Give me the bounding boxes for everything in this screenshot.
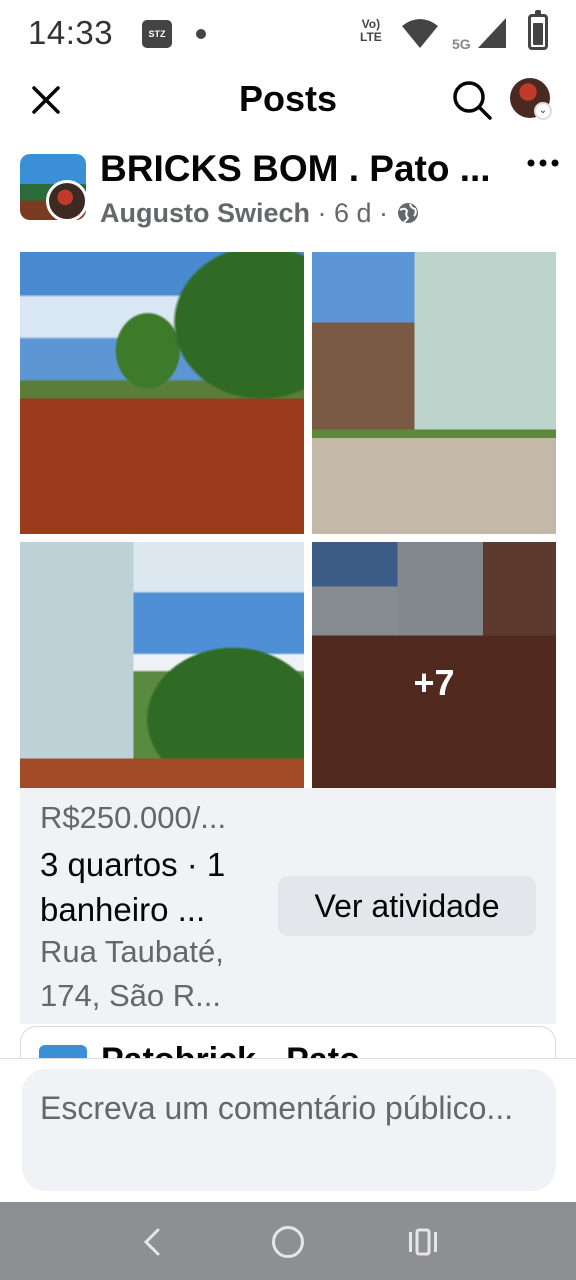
- chevron-down-icon[interactable]: ⌄: [534, 102, 552, 120]
- back-icon[interactable]: [138, 1224, 168, 1260]
- app-header: Posts ⌄: [0, 68, 576, 134]
- listing-card[interactable]: R$250.000/... 3 quartos · 1 banheiro ...…: [20, 788, 556, 1024]
- status-time: 14:33: [28, 14, 114, 51]
- post-photo[interactable]: [20, 252, 304, 534]
- battery-icon: [528, 10, 548, 50]
- notification-dot-icon: [196, 29, 206, 39]
- post-meta: · 6 d ·: [317, 198, 389, 228]
- search-icon[interactable]: [450, 78, 494, 122]
- post-photo[interactable]: [312, 252, 556, 534]
- comment-area: Escreva um comentário público...: [0, 1058, 576, 1202]
- network-type-label: 5G: [452, 36, 471, 52]
- post-photo[interactable]: [20, 542, 304, 788]
- post-author[interactable]: Augusto Swiech: [100, 198, 310, 228]
- volte-icon: Vo) LTE: [360, 17, 382, 44]
- recents-icon[interactable]: [406, 1224, 440, 1260]
- status-bar: 14:33 STZ Vo) LTE 5G: [0, 0, 576, 68]
- post-header: BRICKS BOM . Pato ... Augusto Swiech · 6…: [0, 148, 576, 238]
- wifi-icon: [402, 19, 438, 48]
- view-activity-button[interactable]: Ver atividade: [278, 876, 536, 936]
- listing-details: 3 quartos · 1 banheiro ...: [40, 846, 226, 928]
- listing-address: Rua Taubaté, 174, São R...: [40, 934, 224, 1013]
- group-name[interactable]: BRICKS BOM . Pato ...: [100, 148, 491, 190]
- globe-icon: [397, 203, 418, 223]
- more-options-icon[interactable]: [526, 158, 560, 168]
- post-photo-more[interactable]: +7: [312, 542, 556, 788]
- post-author-line: Augusto Swiech · 6 d ·: [100, 198, 420, 229]
- stz-app-icon: STZ: [142, 20, 172, 48]
- photo-grid: +7: [20, 252, 556, 788]
- author-avatar[interactable]: [46, 180, 88, 222]
- cell-signal-icon: [478, 18, 506, 48]
- home-icon[interactable]: [272, 1226, 304, 1258]
- comment-input[interactable]: Escreva um comentário público...: [22, 1069, 556, 1191]
- next-post-card[interactable]: Patobrick - Pato: [20, 1026, 556, 1060]
- listing-price: R$250.000/...: [40, 800, 227, 835]
- more-photos-count: +7: [413, 662, 455, 703]
- system-nav-bar: [0, 1202, 576, 1280]
